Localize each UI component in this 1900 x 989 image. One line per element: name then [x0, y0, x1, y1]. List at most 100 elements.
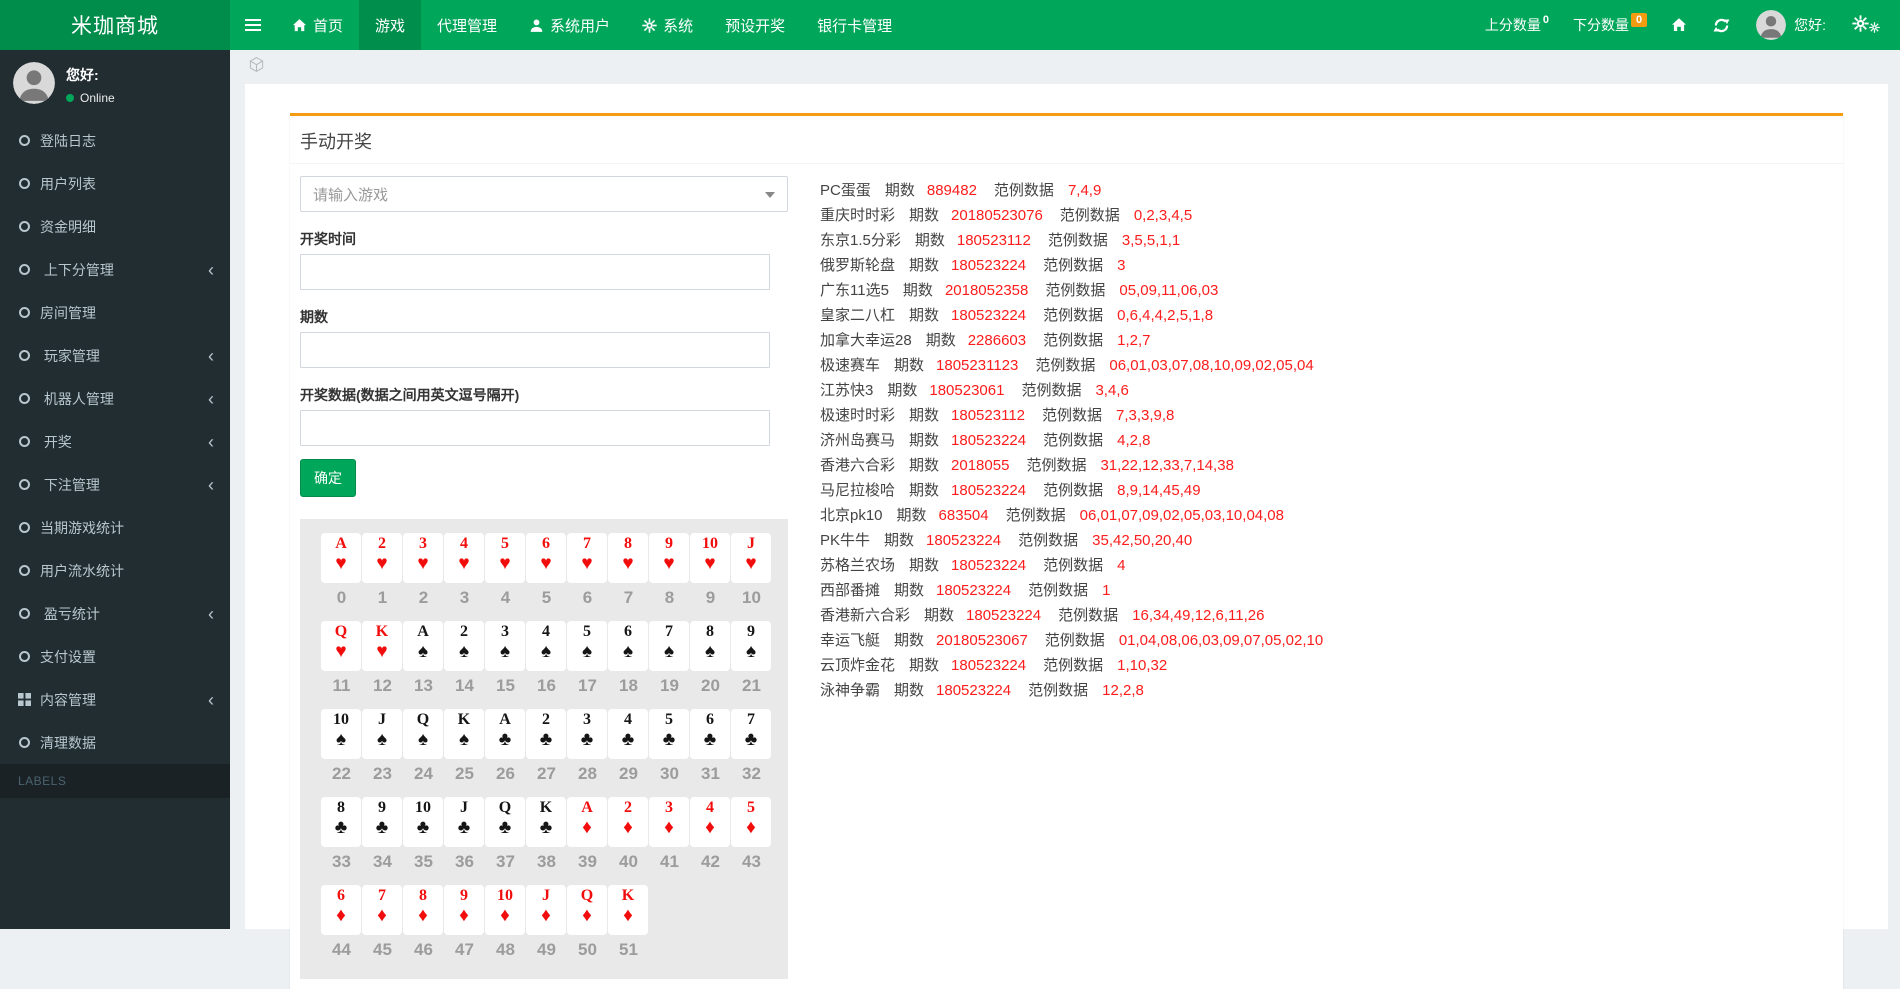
nav-item-预设开奖[interactable]: 预设开奖: [709, 0, 801, 50]
playing-card-3-diamonds[interactable]: 3♦: [649, 797, 689, 847]
playing-card-10-diamonds[interactable]: 10♦: [485, 885, 525, 935]
card-rank: 7: [378, 887, 386, 905]
nav-item-系统[interactable]: 系统: [626, 0, 709, 50]
playing-card-8-clubs[interactable]: 8♣: [321, 797, 361, 847]
playing-card-5-spades[interactable]: 5♠: [567, 621, 607, 671]
playing-card-7-clubs[interactable]: 7♣: [731, 709, 771, 759]
sidebar-item-登陆日志[interactable]: 登陆日志: [0, 119, 230, 162]
sidebar-item-机器人管理[interactable]: 机器人管理‹: [0, 377, 230, 420]
playing-card-J-hearts[interactable]: J♥: [731, 533, 771, 583]
playing-card-Q-diamonds[interactable]: Q♦: [567, 885, 607, 935]
card-index-label: 4: [485, 586, 526, 609]
playing-card-4-clubs[interactable]: 4♣: [608, 709, 648, 759]
clubs-suit-icon: ♣: [499, 729, 511, 750]
card-rank: 8: [419, 887, 427, 905]
playing-card-5-clubs[interactable]: 5♣: [649, 709, 689, 759]
nav-item-银行卡管理[interactable]: 银行卡管理: [801, 0, 908, 50]
playing-card-2-diamonds[interactable]: 2♦: [608, 797, 648, 847]
up-score-counter[interactable]: 上分数量0: [1485, 15, 1547, 35]
sidebar-item-用户流水统计[interactable]: 用户流水统计: [0, 549, 230, 592]
playing-card-8-hearts[interactable]: 8♥: [608, 533, 648, 583]
sidebar-item-盈亏统计[interactable]: 盈亏统计‹: [0, 592, 230, 635]
playing-card-2-clubs[interactable]: 2♣: [526, 709, 566, 759]
sidebar-toggle-icon[interactable]: [230, 0, 276, 50]
playing-card-Q-clubs[interactable]: Q♣: [485, 797, 525, 847]
sidebar-item-支付设置[interactable]: 支付设置: [0, 635, 230, 678]
sidebar-item-房间管理[interactable]: 房间管理: [0, 291, 230, 334]
playing-card-K-spades[interactable]: K♠: [444, 709, 484, 759]
playing-card-J-clubs[interactable]: J♣: [444, 797, 484, 847]
playing-card-9-spades[interactable]: 9♠: [731, 621, 771, 671]
playing-card-K-clubs[interactable]: K♣: [526, 797, 566, 847]
user-menu[interactable]: 您好:: [1756, 10, 1826, 40]
playing-card-4-spades[interactable]: 4♠: [526, 621, 566, 671]
game-name: 加拿大幸运28: [820, 332, 912, 349]
card-rank: K: [376, 623, 388, 641]
draw-time-input[interactable]: [300, 254, 770, 290]
playing-card-A-clubs[interactable]: A♣: [485, 709, 525, 759]
playing-card-5-hearts[interactable]: 5♥: [485, 533, 525, 583]
nav-item-代理管理[interactable]: 代理管理: [421, 0, 513, 50]
playing-card-7-hearts[interactable]: 7♥: [567, 533, 607, 583]
period-input[interactable]: [300, 332, 770, 368]
sidebar-item-资金明细[interactable]: 资金明细: [0, 205, 230, 248]
playing-card-6-hearts[interactable]: 6♥: [526, 533, 566, 583]
draw-data-input[interactable]: [300, 410, 770, 446]
confirm-button[interactable]: 确定: [300, 459, 356, 497]
playing-card-6-clubs[interactable]: 6♣: [690, 709, 730, 759]
playing-card-2-hearts[interactable]: 2♥: [362, 533, 402, 583]
sidebar-item-开奖[interactable]: 开奖‹: [0, 420, 230, 463]
playing-card-Q-spades[interactable]: Q♠: [403, 709, 443, 759]
playing-card-8-diamonds[interactable]: 8♦: [403, 885, 443, 935]
playing-card-6-diamonds[interactable]: 6♦: [321, 885, 361, 935]
sidebar-item-下注管理[interactable]: 下注管理‹: [0, 463, 230, 506]
playing-card-4-hearts[interactable]: 4♥: [444, 533, 484, 583]
game-select[interactable]: 请输入游戏: [300, 176, 788, 212]
sidebar-item-上下分管理[interactable]: 上下分管理‹: [0, 248, 230, 291]
playing-card-J-spades[interactable]: J♠: [362, 709, 402, 759]
playing-card-8-spades[interactable]: 8♠: [690, 621, 730, 671]
playing-card-2-spades[interactable]: 2♠: [444, 621, 484, 671]
playing-card-A-hearts[interactable]: A♥: [321, 533, 361, 583]
period-label: 期数: [894, 357, 924, 374]
playing-card-9-clubs[interactable]: 9♣: [362, 797, 402, 847]
sample-value: 7,4,9: [1068, 182, 1101, 199]
settings-gears-icon[interactable]: [1852, 15, 1878, 35]
spades-suit-icon: ♠: [500, 641, 510, 662]
playing-card-9-hearts[interactable]: 9♥: [649, 533, 689, 583]
game-name: 香港六合彩: [820, 457, 895, 474]
playing-card-10-spades[interactable]: 10♠: [321, 709, 361, 759]
home-icon[interactable]: [1671, 17, 1687, 33]
brand-logo[interactable]: 米珈商城: [0, 0, 230, 50]
playing-card-10-hearts[interactable]: 10♥: [690, 533, 730, 583]
sidebar-item-label: 内容管理: [40, 690, 96, 710]
playing-card-6-spades[interactable]: 6♠: [608, 621, 648, 671]
playing-card-4-diamonds[interactable]: 4♦: [690, 797, 730, 847]
sidebar-item-玩家管理[interactable]: 玩家管理‹: [0, 334, 230, 377]
playing-card-3-clubs[interactable]: 3♣: [567, 709, 607, 759]
playing-card-10-clubs[interactable]: 10♣: [403, 797, 443, 847]
sidebar-item-内容管理[interactable]: 内容管理‹: [0, 678, 230, 721]
sidebar-item-当期游戏统计[interactable]: 当期游戏统计: [0, 506, 230, 549]
nav-item-游戏[interactable]: 游戏: [359, 0, 421, 50]
refresh-icon[interactable]: [1713, 17, 1730, 34]
playing-card-K-hearts[interactable]: K♥: [362, 621, 402, 671]
playing-card-5-diamonds[interactable]: 5♦: [731, 797, 771, 847]
down-score-counter[interactable]: 下分数量0: [1573, 15, 1645, 35]
playing-card-K-diamonds[interactable]: K♦: [608, 885, 648, 935]
playing-card-Q-hearts[interactable]: Q♥: [321, 621, 361, 671]
playing-card-3-spades[interactable]: 3♠: [485, 621, 525, 671]
playing-card-7-spades[interactable]: 7♠: [649, 621, 689, 671]
playing-card-A-spades[interactable]: A♠: [403, 621, 443, 671]
nav-item-系统用户[interactable]: 系统用户: [513, 0, 626, 50]
playing-card-3-hearts[interactable]: 3♥: [403, 533, 443, 583]
playing-card-9-diamonds[interactable]: 9♦: [444, 885, 484, 935]
nav-item-首页[interactable]: 首页: [276, 0, 359, 50]
home-icon: [292, 18, 307, 33]
sidebar-item-用户列表[interactable]: 用户列表: [0, 162, 230, 205]
sidebar-item-清理数据[interactable]: 清理数据: [0, 721, 230, 764]
card-rank: 2: [460, 623, 468, 641]
playing-card-7-diamonds[interactable]: 7♦: [362, 885, 402, 935]
playing-card-A-diamonds[interactable]: A♦: [567, 797, 607, 847]
playing-card-J-diamonds[interactable]: J♦: [526, 885, 566, 935]
